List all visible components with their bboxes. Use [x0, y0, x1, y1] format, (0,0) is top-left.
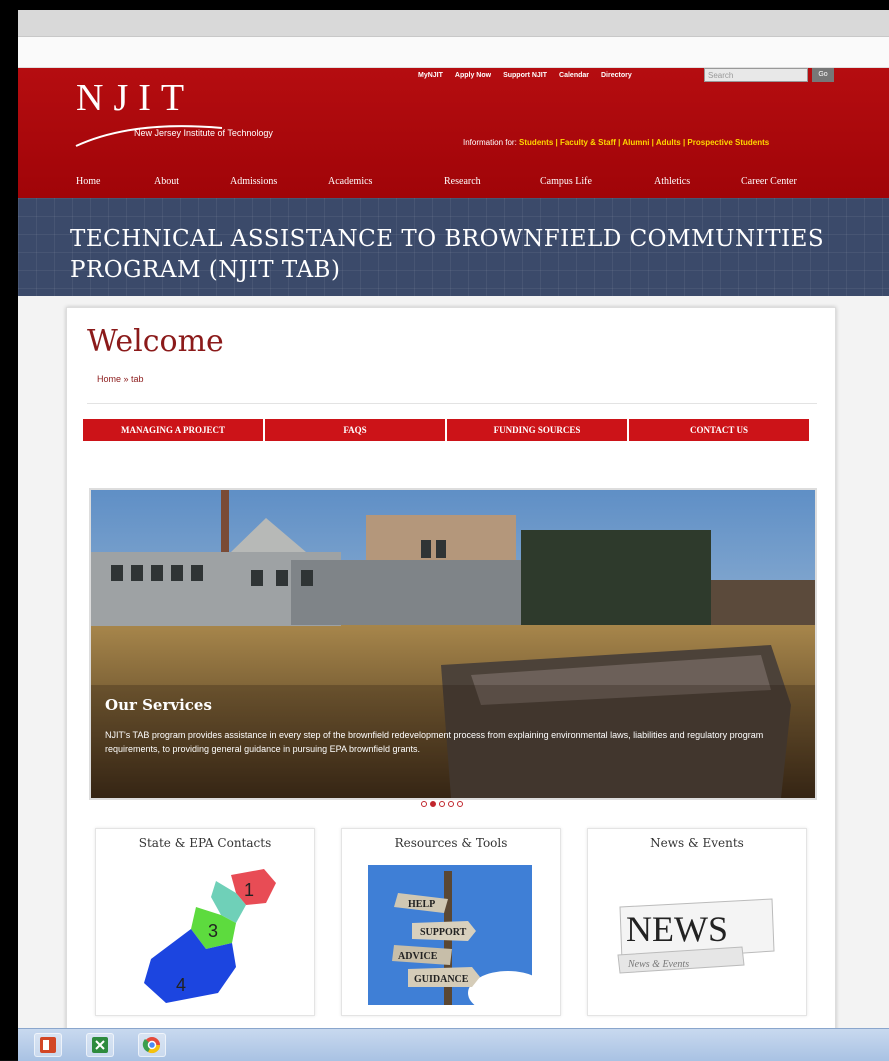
nav-athletics[interactable]: Athletics [654, 176, 690, 187]
search-button[interactable]: Go [812, 68, 834, 82]
powerpoint-icon [40, 1037, 56, 1053]
resources-tools-box[interactable]: Resources & Tools HELP SUPPORT ADVICE GU… [341, 828, 561, 1016]
link-support-njit[interactable]: Support NJIT [503, 72, 547, 79]
tab-faqs[interactable]: FAQS [265, 419, 447, 441]
chrome-taskbar-button[interactable] [138, 1033, 166, 1057]
tab-contact-us[interactable]: CONTACT US [629, 419, 809, 441]
nav-campus-life[interactable]: Campus Life [540, 176, 592, 187]
sub-nav-tabs: MANAGING A PROJECT FAQS FUNDING SOURCES … [83, 419, 809, 441]
search-input[interactable]: Search [704, 68, 808, 82]
nav-about[interactable]: About [154, 176, 179, 187]
page-title: TECHNICAL ASSISTANCE TO BROWNFIELD COMMU… [70, 226, 825, 283]
audience-links: Information for: Students | Faculty & St… [463, 138, 769, 147]
nav-admissions[interactable]: Admissions [230, 176, 277, 187]
news-graphic-icon: NEWS News & Events [617, 898, 775, 974]
site-header: NJIT New Jersey Institute of Technology … [18, 68, 889, 198]
chrome-icon [142, 1037, 161, 1054]
news-events-box[interactable]: News & Events NEWS News & Events [587, 828, 807, 1016]
divider [87, 403, 817, 404]
screen: NJIT New Jersey Institute of Technology … [0, 0, 889, 1061]
breadcrumb[interactable]: Home » tab [97, 374, 144, 384]
tab-managing-a-project[interactable]: MANAGING A PROJECT [83, 419, 265, 441]
njit-logo[interactable]: NJIT New Jersey Institute of Technology [72, 74, 312, 147]
browser-tab-strip [18, 10, 889, 37]
excel-taskbar-button[interactable] [86, 1033, 114, 1057]
powerpoint-taskbar-button[interactable] [34, 1033, 62, 1057]
box-title: State & EPA Contacts [138, 836, 272, 850]
slider-dot-active[interactable] [430, 801, 436, 807]
slider-dot[interactable] [439, 801, 445, 807]
slider-dots [421, 801, 463, 807]
news-small-text: News & Events [627, 959, 689, 970]
slide-text: NJIT's TAB program provides assistance i… [105, 730, 764, 754]
nav-career-center[interactable]: Career Center [741, 176, 797, 187]
welcome-heading: Welcome [87, 324, 224, 359]
state-epa-contacts-box[interactable]: State & EPA Contacts 1 3 4 [95, 828, 315, 1016]
slider-dot[interactable] [421, 801, 427, 807]
content-card: Welcome Home » tab MANAGING A PROJECT FA… [66, 307, 836, 1028]
map-label-3: 3 [208, 921, 218, 941]
box-title: Resources & Tools [394, 836, 508, 850]
link-mynjit[interactable]: MyNJIT [418, 72, 443, 79]
box-title: News & Events [650, 836, 744, 850]
sign-advice: ADVICE [398, 951, 438, 962]
excel-icon [92, 1037, 108, 1053]
info-for-label: Information for: [463, 138, 517, 147]
info-for-links[interactable]: Students | Faculty & Staff | Alumni | Ad… [519, 138, 769, 147]
link-apply-now[interactable]: Apply Now [455, 72, 491, 79]
slide-heading: Our Services [105, 696, 212, 714]
sign-help: HELP [408, 899, 435, 910]
link-directory[interactable]: Directory [601, 72, 632, 79]
logo-subtitle: New Jersey Institute of Technology [134, 128, 273, 138]
image-slider[interactable]: Our Services NJIT's TAB program provides… [89, 488, 817, 800]
news-big-text: NEWS [626, 909, 728, 949]
browser-address-bar[interactable] [18, 37, 889, 68]
nav-research[interactable]: Research [444, 176, 481, 187]
nav-academics[interactable]: Academics [328, 176, 372, 187]
map-label-4: 4 [176, 975, 186, 995]
link-calendar[interactable]: Calendar [559, 72, 589, 79]
utility-links: MyNJIT Apply Now Support NJIT Calendar D… [418, 72, 644, 79]
epa-regions-map-icon: 1 3 4 [144, 869, 276, 1003]
map-label-1: 1 [244, 880, 254, 900]
windows-taskbar [18, 1028, 889, 1061]
slider-dot[interactable] [457, 801, 463, 807]
main-nav: Home About Admissions Academics Research… [76, 176, 886, 196]
page-banner: TECHNICAL ASSISTANCE TO BROWNFIELD COMMU… [18, 198, 889, 296]
tab-funding-sources[interactable]: FUNDING SOURCES [447, 419, 629, 441]
browser-window: NJIT New Jersey Institute of Technology … [18, 10, 889, 1028]
slider-dot[interactable] [448, 801, 454, 807]
signpost-icon: HELP SUPPORT ADVICE GUIDANCE [368, 865, 532, 1005]
nav-home[interactable]: Home [76, 176, 100, 187]
sign-guidance: GUIDANCE [414, 974, 469, 985]
sign-support: SUPPORT [420, 927, 467, 938]
